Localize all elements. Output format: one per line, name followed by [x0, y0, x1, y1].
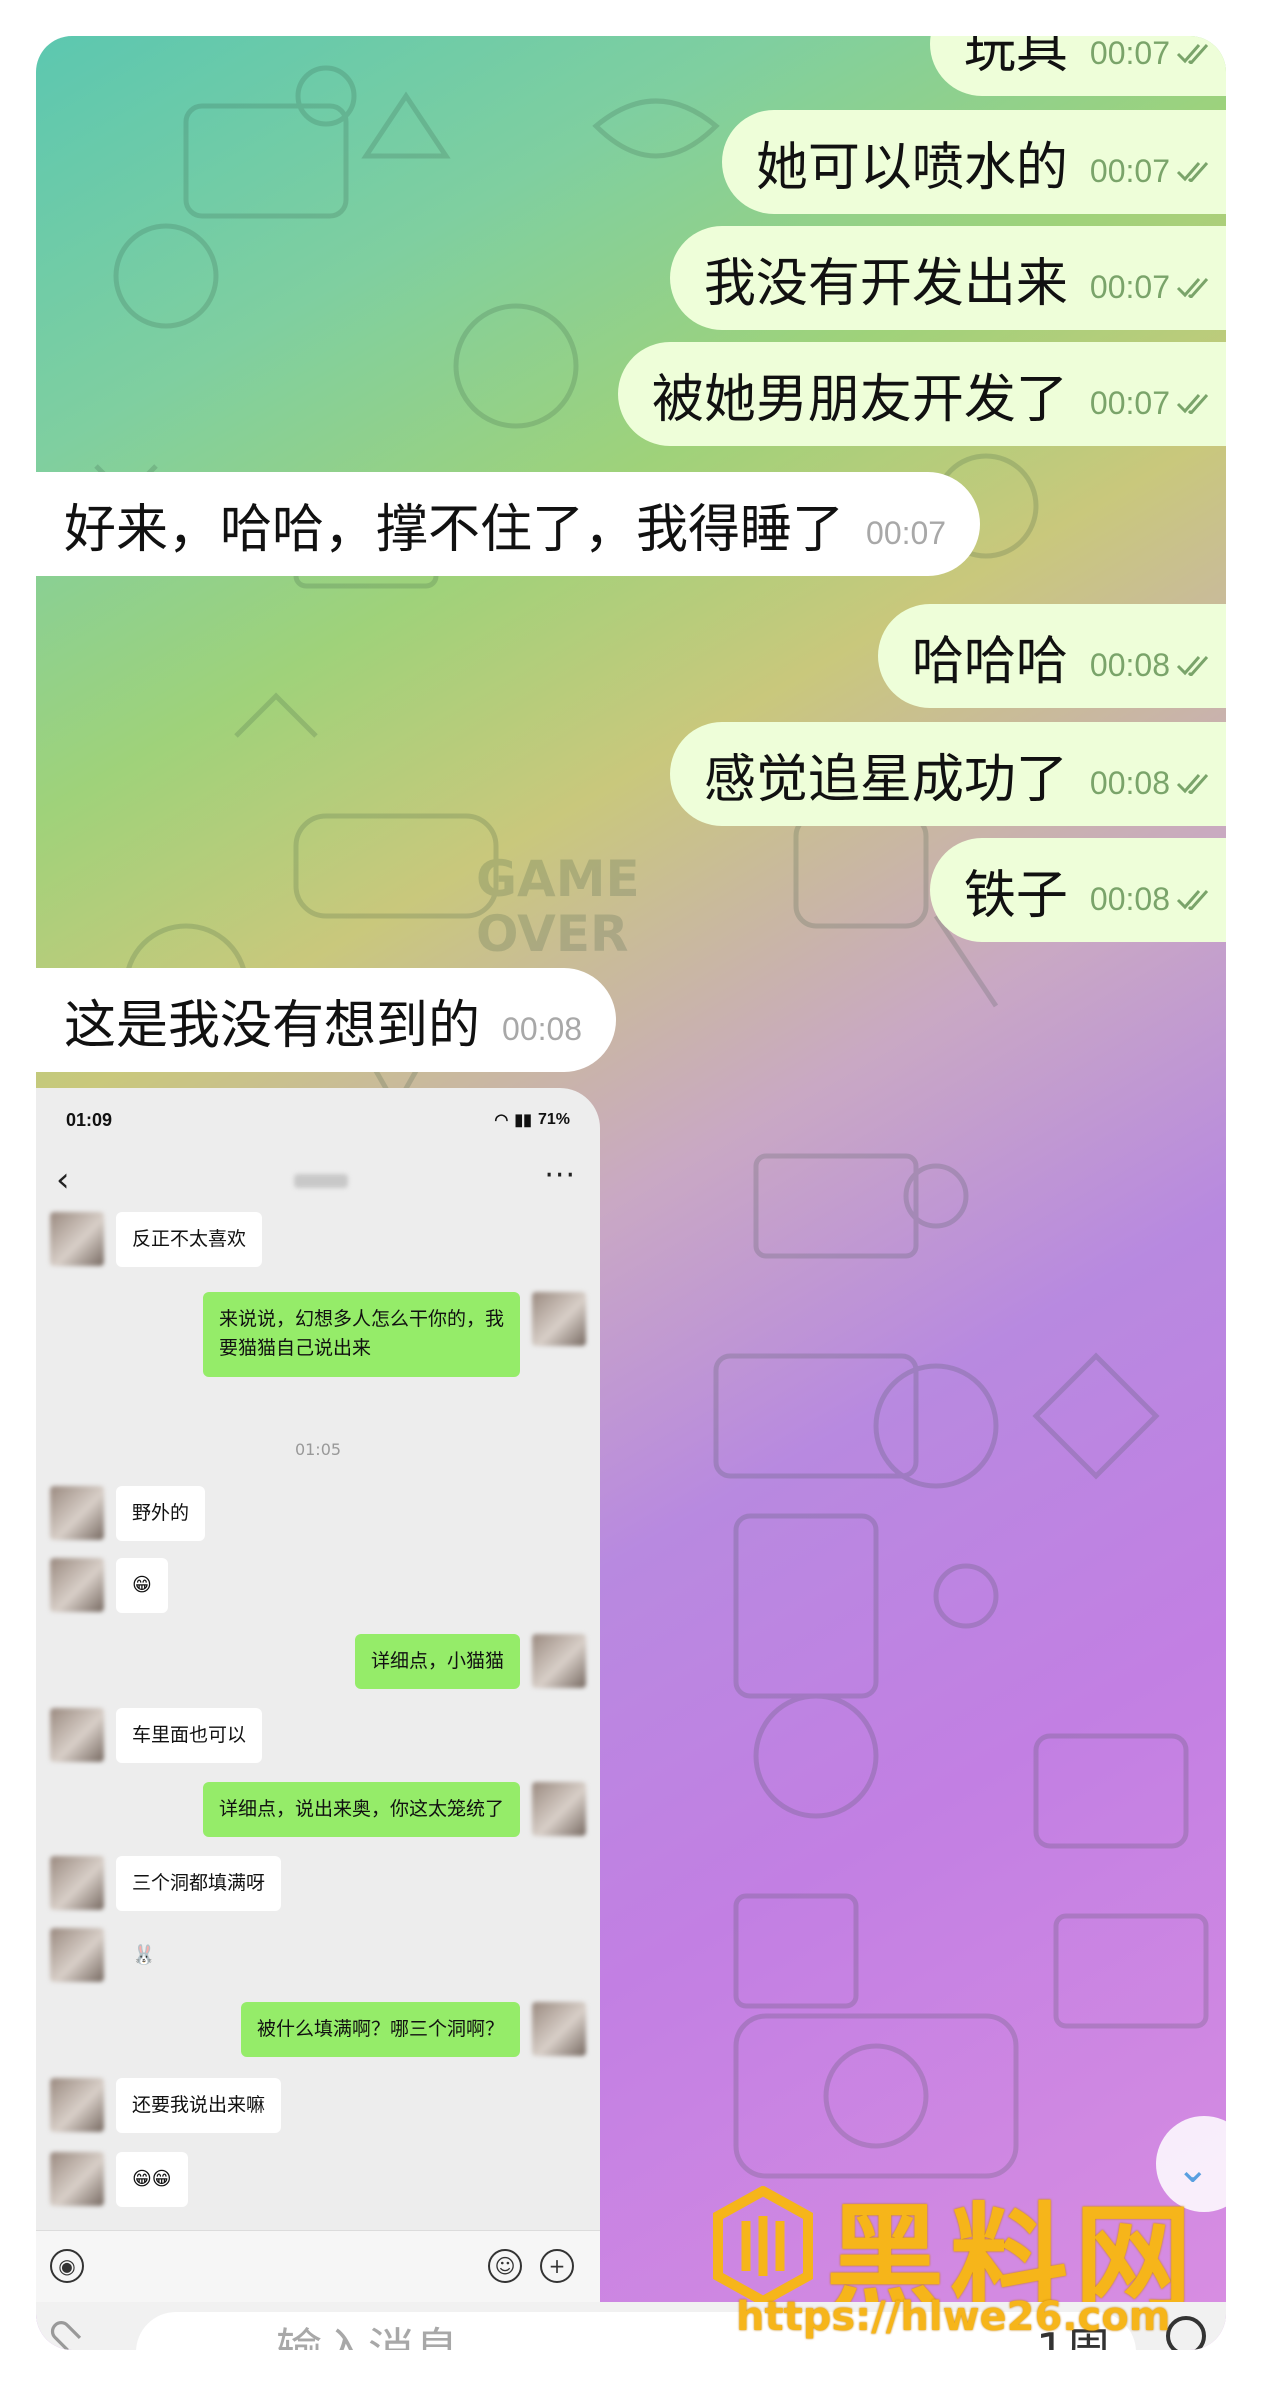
chat-bubble: 😁	[116, 1558, 168, 1614]
list-item: 还要我说出来嘛	[50, 2078, 282, 2134]
chat-header: ‹ ···	[36, 1152, 600, 1212]
image-attachment[interactable]: 01:09 ◠ ▮▮ 71% ‹ ··· 反正不太喜欢 来说说，幻想多人怎么干你…	[36, 1088, 600, 2302]
chat-bubble: 来说说，幻想多人怎么干你的，我 要猫猫自己说出来	[202, 1292, 520, 1377]
chat-bubble: 详细点，说出来奥，你这太笼统了	[202, 1782, 520, 1838]
list-item: 😁😁	[50, 2152, 188, 2208]
message-text: 铁子	[963, 865, 1068, 926]
message-time: 00:07	[1089, 152, 1170, 189]
avatar	[50, 1928, 104, 1982]
list-item: 车里面也可以	[50, 1708, 263, 1764]
chat-bubble: 野外的	[116, 1486, 206, 1542]
wechat-input-bar: ◉ ☺ +	[36, 2230, 600, 2302]
double-check-icon	[1176, 394, 1209, 414]
message-text: 好来，哈哈，撑不住了，我得睡了	[64, 499, 845, 560]
status-icons: ◠ ▮▮ 71%	[494, 1110, 570, 1130]
watermark-logo-icon	[713, 2186, 813, 2306]
avatar	[50, 1558, 104, 1612]
message-text: 哈哈哈	[911, 631, 1068, 692]
double-check-icon	[1176, 656, 1209, 676]
message-time: 00:08	[1089, 646, 1170, 683]
avatar	[50, 1856, 104, 1910]
message-bubble[interactable]: 玩具 00:07	[929, 36, 1226, 96]
message-bubble[interactable]: 铁子 00:08	[929, 838, 1226, 942]
plus-icon[interactable]: +	[540, 2249, 574, 2283]
list-item: 详细点，小猫猫	[354, 1634, 586, 1690]
chat-bubble: 😁😁	[116, 2152, 188, 2208]
list-item: 被什么填满啊？哪三个洞啊？	[240, 2002, 586, 2058]
message-text: 感觉追星成功了	[703, 749, 1068, 810]
message-text: 她可以喷水的	[755, 137, 1068, 198]
double-check-icon	[1176, 774, 1209, 794]
avatar	[50, 2152, 104, 2206]
chat-bubble: 被什么填满啊？哪三个洞啊？	[240, 2002, 520, 2058]
list-item: 来说说，幻想多人怎么干你的，我 要猫猫自己说出来	[202, 1292, 586, 1377]
wifi-icon: ◠	[494, 1112, 509, 1129]
avatar	[532, 1782, 586, 1836]
timer-icon[interactable]	[1166, 2316, 1206, 2350]
status-time: 01:09	[66, 1109, 113, 1130]
avatar	[50, 2078, 104, 2132]
chat-bubble: 车里面也可以	[116, 1708, 263, 1764]
double-check-icon	[1176, 890, 1209, 910]
list-item: 野外的	[50, 1486, 206, 1542]
avatar	[50, 1212, 104, 1266]
list-item: 反正不太喜欢	[50, 1212, 263, 1268]
message-bubble[interactable]: 哈哈哈 00:08	[877, 604, 1226, 708]
time-divider: 01:05	[294, 1440, 342, 1459]
chat-bubble: 详细点，小猫猫	[354, 1634, 520, 1690]
message-bubble[interactable]: 她可以喷水的 00:07	[721, 110, 1226, 214]
message-text: 这是我没有想到的	[64, 995, 481, 1056]
message-list: 玩具 00:07 她可以喷水的 00:07 我没有开发出来 00:07 被她男朋…	[36, 36, 1226, 1076]
message-time: 00:07	[1089, 268, 1170, 305]
chat-bubble: 还要我说出来嘛	[116, 2078, 282, 2134]
message-time: 00:08	[502, 1010, 583, 1047]
blurred-contact-name	[294, 1174, 348, 1188]
message-text: 玩具	[963, 36, 1068, 80]
battery-level: 71%	[537, 1111, 570, 1128]
list-item: 详细点，说出来奥，你这太笼统了	[202, 1782, 586, 1838]
input-placeholder: 输入消息	[276, 2323, 460, 2350]
back-icon[interactable]: ‹	[56, 1160, 70, 1200]
chat-window: GAME OVER 玩具 00:07 她可以喷水的 00:07 我没有开发出来 …	[36, 36, 1226, 2350]
message-bubble[interactable]: 我没有开发出来 00:07	[669, 226, 1226, 330]
avatar	[50, 1708, 104, 1762]
double-check-icon	[1176, 44, 1209, 64]
message-time: 00:07	[866, 514, 947, 551]
message-time: 00:08	[1089, 764, 1170, 801]
sticker: 🐰	[132, 1944, 156, 1966]
list-item: 三个洞都填满呀	[50, 1856, 282, 1912]
signal-icon: ▮▮	[514, 1112, 532, 1129]
message-time: 00:07	[1089, 36, 1170, 71]
emoji-icon[interactable]: ☺	[488, 2249, 522, 2283]
chat-bubble: 反正不太喜欢	[116, 1212, 263, 1268]
avatar	[532, 1634, 586, 1688]
message-time: 00:07	[1089, 384, 1170, 421]
status-bar: 01:09 ◠ ▮▮ 71%	[36, 1088, 600, 1152]
message-bubble[interactable]: 感觉追星成功了 00:08	[669, 722, 1226, 826]
list-item: 🐰	[50, 1928, 172, 1983]
avatar	[532, 1292, 586, 1346]
voice-icon[interactable]: ◉	[50, 2249, 84, 2283]
message-time: 00:08	[1089, 880, 1170, 917]
list-item: 😁	[50, 1558, 168, 1614]
message-bubble[interactable]: 这是我没有想到的 00:08	[36, 968, 617, 1072]
message-text: 被她男朋友开发了	[651, 369, 1068, 430]
message-bubble[interactable]: 被她男朋友开发了 00:07	[617, 342, 1226, 446]
chat-bubble: 三个洞都填满呀	[116, 1856, 282, 1912]
avatar	[50, 1486, 104, 1540]
double-check-icon	[1176, 162, 1209, 182]
avatar	[532, 2002, 586, 2056]
message-text: 我没有开发出来	[703, 253, 1068, 314]
watermark-url: https://hlwe26.com	[736, 2294, 1171, 2340]
double-check-icon	[1176, 278, 1209, 298]
paperclip-icon[interactable]: ⊂	[36, 2302, 96, 2350]
more-icon[interactable]: ···	[544, 1158, 576, 1193]
message-bubble[interactable]: 好来，哈哈，撑不住了，我得睡了 00:07	[36, 472, 981, 576]
